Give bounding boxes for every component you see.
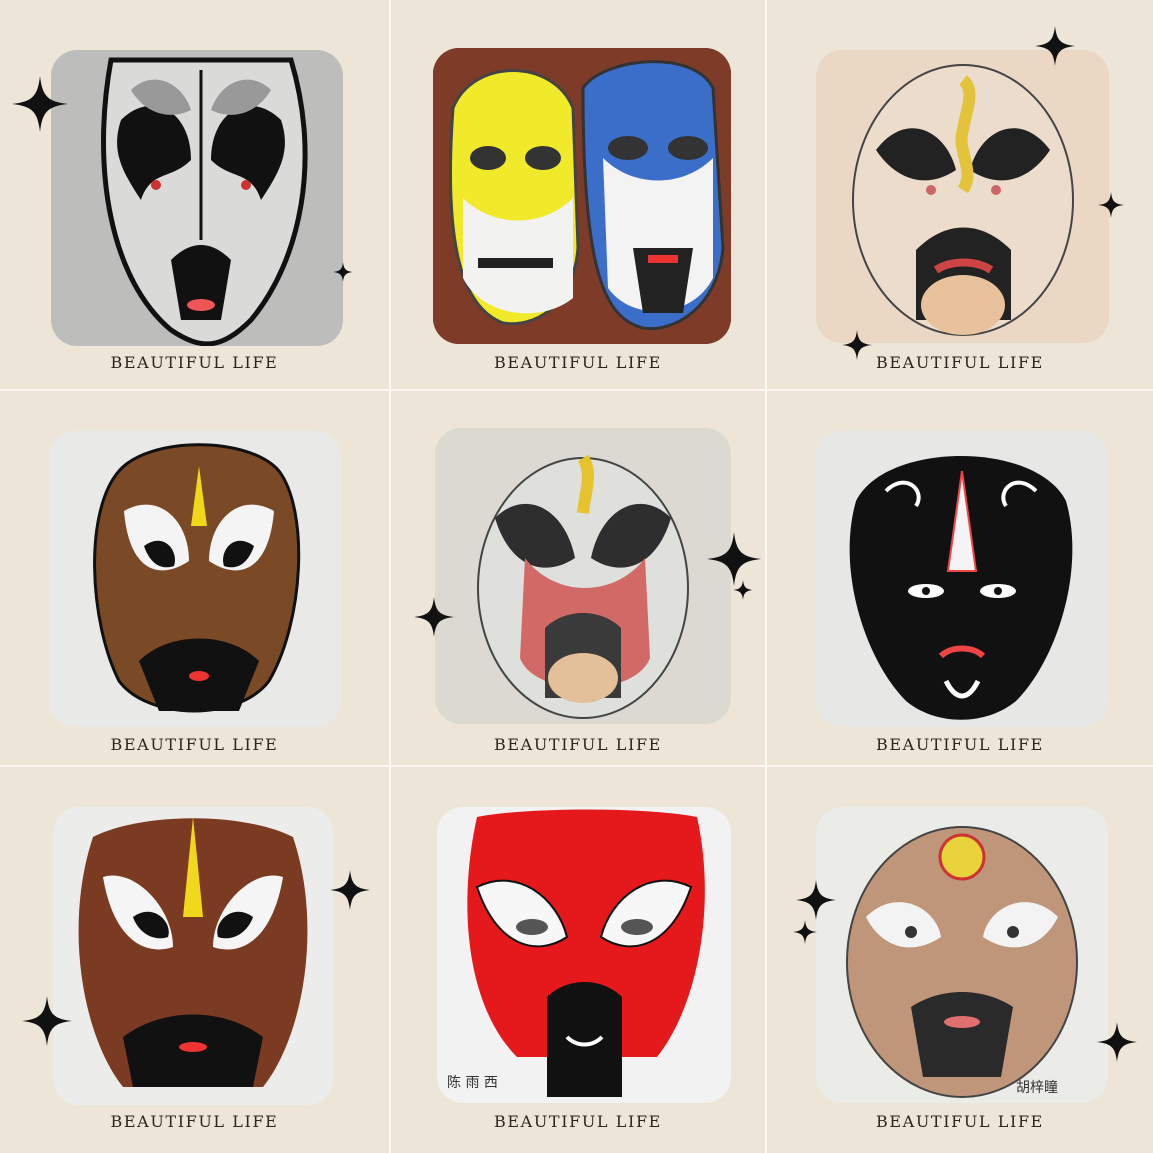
artwork-caption: BEAUTIFUL LIFE	[494, 735, 662, 754]
sparkle-icon	[707, 532, 761, 586]
artwork-caption: BEAUTIFUL LIFE	[876, 353, 1044, 372]
sparkle-icon	[414, 597, 454, 637]
sparkle-icon	[1098, 192, 1124, 218]
artwork-caption: BEAUTIFUL LIFE	[876, 735, 1044, 754]
mask-artwork-6	[816, 431, 1108, 727]
mask-artwork-7	[53, 807, 333, 1105]
mask-artwork-3	[816, 50, 1109, 343]
mask-artwork-1	[51, 50, 343, 346]
mask-artwork-5	[435, 428, 731, 724]
sparkle-icon	[333, 262, 353, 282]
gallery-cell-2: BEAUTIFUL LIFE	[391, 0, 765, 389]
sparkle-icon	[22, 996, 72, 1046]
mask-artwork-2	[433, 48, 731, 344]
gallery-cell-9: 胡梓瞳 BEAUTIFUL LIFE	[767, 767, 1153, 1153]
artwork-caption: BEAUTIFUL LIFE	[876, 1112, 1044, 1131]
mask-artwork-4	[49, 431, 341, 727]
artwork-caption: BEAUTIFUL LIFE	[110, 735, 279, 754]
sparkle-icon	[793, 920, 817, 944]
sparkle-icon	[20, 84, 42, 106]
gallery-cell-1: BEAUTIFUL LIFE	[0, 0, 389, 389]
gallery-cell-6: BEAUTIFUL LIFE	[767, 391, 1153, 765]
gallery-cell-8: 陈 雨 西 BEAUTIFUL LIFE	[391, 767, 765, 1153]
sparkle-icon	[1035, 26, 1075, 66]
handwritten-student-name: 陈 雨 西	[447, 1074, 498, 1091]
mask-artwork-9: 胡梓瞳	[816, 807, 1108, 1103]
sparkle-icon	[842, 330, 872, 360]
mask-gallery-grid: BEAUTIFUL LIFE BEAUTIFUL LIFE BEAUTIFUL …	[0, 0, 1153, 1153]
sparkle-icon	[1097, 1022, 1137, 1062]
gallery-cell-3: BEAUTIFUL LIFE	[767, 0, 1153, 389]
artist-signature: 胡梓瞳	[1016, 1079, 1058, 1096]
sparkle-icon	[330, 870, 370, 910]
mask-artwork-8: 陈 雨 西	[437, 807, 731, 1103]
sparkle-icon	[733, 580, 753, 600]
artwork-caption: BEAUTIFUL LIFE	[110, 353, 279, 372]
artwork-caption: BEAUTIFUL LIFE	[494, 1112, 662, 1131]
artwork-caption: BEAUTIFUL LIFE	[110, 1112, 279, 1131]
gallery-cell-7: BEAUTIFUL LIFE	[0, 767, 389, 1153]
artwork-caption: BEAUTIFUL LIFE	[494, 353, 662, 372]
sparkle-icon	[796, 880, 836, 920]
gallery-cell-4: BEAUTIFUL LIFE	[0, 391, 389, 765]
